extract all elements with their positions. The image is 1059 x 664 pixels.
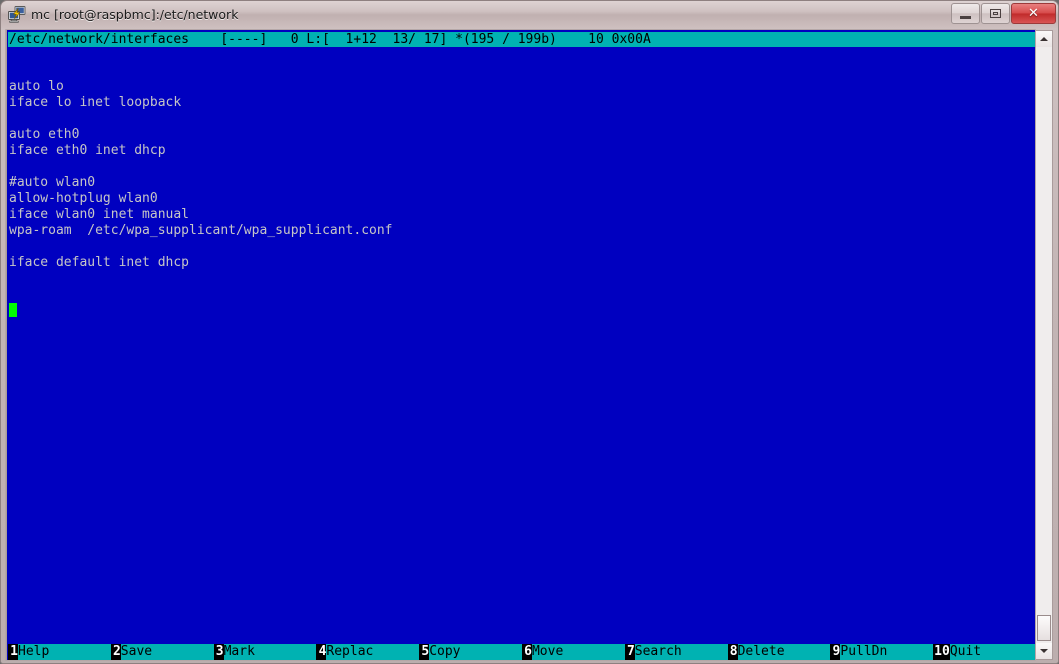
window-title-text: mc [root@raspbmc]:/etc/network	[31, 7, 239, 22]
window-title-bar[interactable]: mc [root@raspbmc]:/etc/network ✕	[1, 1, 1058, 28]
function-key-label: Save	[120, 644, 214, 660]
editor-text-area[interactable]: auto lo iface lo inet loopback auto eth0 i…	[8, 47, 1035, 644]
editor-cursor-line	[9, 303, 1035, 319]
function-key-number: 10	[933, 644, 950, 660]
window-controls: ✕	[950, 3, 1056, 24]
function-key-delete[interactable]: 8 Delete	[727, 644, 831, 660]
putty-terminal-icon	[8, 6, 26, 23]
editor-line: #auto wlan0	[9, 175, 96, 190]
scrollbar-thumb[interactable]	[1037, 615, 1051, 641]
function-key-label: Copy	[429, 644, 522, 660]
function-key-number: 4	[316, 644, 327, 660]
editor-line: auto eth0	[9, 127, 80, 142]
maximize-icon	[990, 9, 1001, 18]
function-key-number: 9	[830, 644, 841, 660]
editor-line: iface wlan0 inet manual	[9, 207, 190, 222]
function-key-number: 3	[213, 644, 224, 660]
editor-line: iface lo inet loopback	[9, 95, 182, 110]
function-key-number: 5	[419, 644, 430, 660]
editor-line: iface default inet dhcp	[9, 255, 190, 270]
close-icon: ✕	[1028, 6, 1039, 21]
editor-line: wpa-roam /etc/wpa_supplicant/wpa_supplic…	[9, 223, 393, 238]
function-key-copy[interactable]: 5 Copy	[419, 644, 522, 660]
mcedit-screen: /etc/network/interfaces [----] 0 L:[ 1+1…	[8, 30, 1035, 660]
editor-line: iface eth0 inet dhcp	[9, 143, 166, 158]
function-key-number: 6	[521, 644, 532, 660]
editor-line: auto lo	[9, 79, 64, 94]
function-key-label: Quit	[949, 644, 1035, 660]
minimize-icon	[960, 15, 971, 19]
function-key-label: Mark	[223, 644, 317, 660]
function-key-search[interactable]: 7 Search	[624, 644, 728, 660]
function-key-number: 8	[727, 644, 738, 660]
minimize-button[interactable]	[951, 3, 980, 24]
editor-status-line: /etc/network/interfaces [----] 0 L:[ 1+1…	[8, 32, 1035, 47]
scrollbar-track[interactable]	[1036, 47, 1052, 643]
function-key-pulldn[interactable]: 9 PullDn	[830, 644, 934, 660]
function-key-number: 1	[8, 644, 18, 660]
scroll-down-arrow-icon	[1040, 649, 1048, 653]
scrollbar-up-button[interactable]	[1036, 31, 1052, 47]
function-key-move[interactable]: 6 Move	[521, 644, 625, 660]
scrollbar-down-button[interactable]	[1036, 643, 1052, 659]
scroll-up-arrow-icon	[1040, 37, 1048, 41]
terminal-window: mc [root@raspbmc]:/etc/network ✕ /etc/ne…	[0, 0, 1059, 664]
function-key-label: Delete	[737, 644, 831, 660]
function-key-label: Help	[18, 644, 111, 660]
function-key-help[interactable]: 1 Help	[8, 644, 111, 660]
function-key-label: Replac	[326, 644, 420, 660]
maximize-button[interactable]	[981, 3, 1010, 24]
function-key-label: Search	[634, 644, 728, 660]
terminal-viewport[interactable]: /etc/network/interfaces [----] 0 L:[ 1+1…	[6, 30, 1035, 660]
function-key-mark[interactable]: 3 Mark	[213, 644, 317, 660]
vertical-scrollbar[interactable]	[1035, 30, 1053, 660]
function-key-save[interactable]: 2 Save	[110, 644, 214, 660]
function-key-label: PullDn	[840, 644, 934, 660]
editor-lines: auto lo iface lo inet loopback auto eth0 i…	[9, 79, 1035, 271]
function-key-replac[interactable]: 4 Replac	[316, 644, 420, 660]
editor-line: allow-hotplug wlan0	[9, 191, 158, 206]
function-key-number: 7	[624, 644, 635, 660]
text-cursor	[9, 303, 17, 317]
function-key-bar: 1 Help 2 Save 3 Mark 4 Replac 5 Copy 6 Move 7 Search 8…	[8, 644, 1035, 660]
close-button[interactable]: ✕	[1011, 3, 1056, 24]
function-key-label: Move	[531, 644, 625, 660]
function-key-number: 2	[110, 644, 121, 660]
function-key-quit[interactable]: 10 Quit	[933, 644, 1035, 660]
